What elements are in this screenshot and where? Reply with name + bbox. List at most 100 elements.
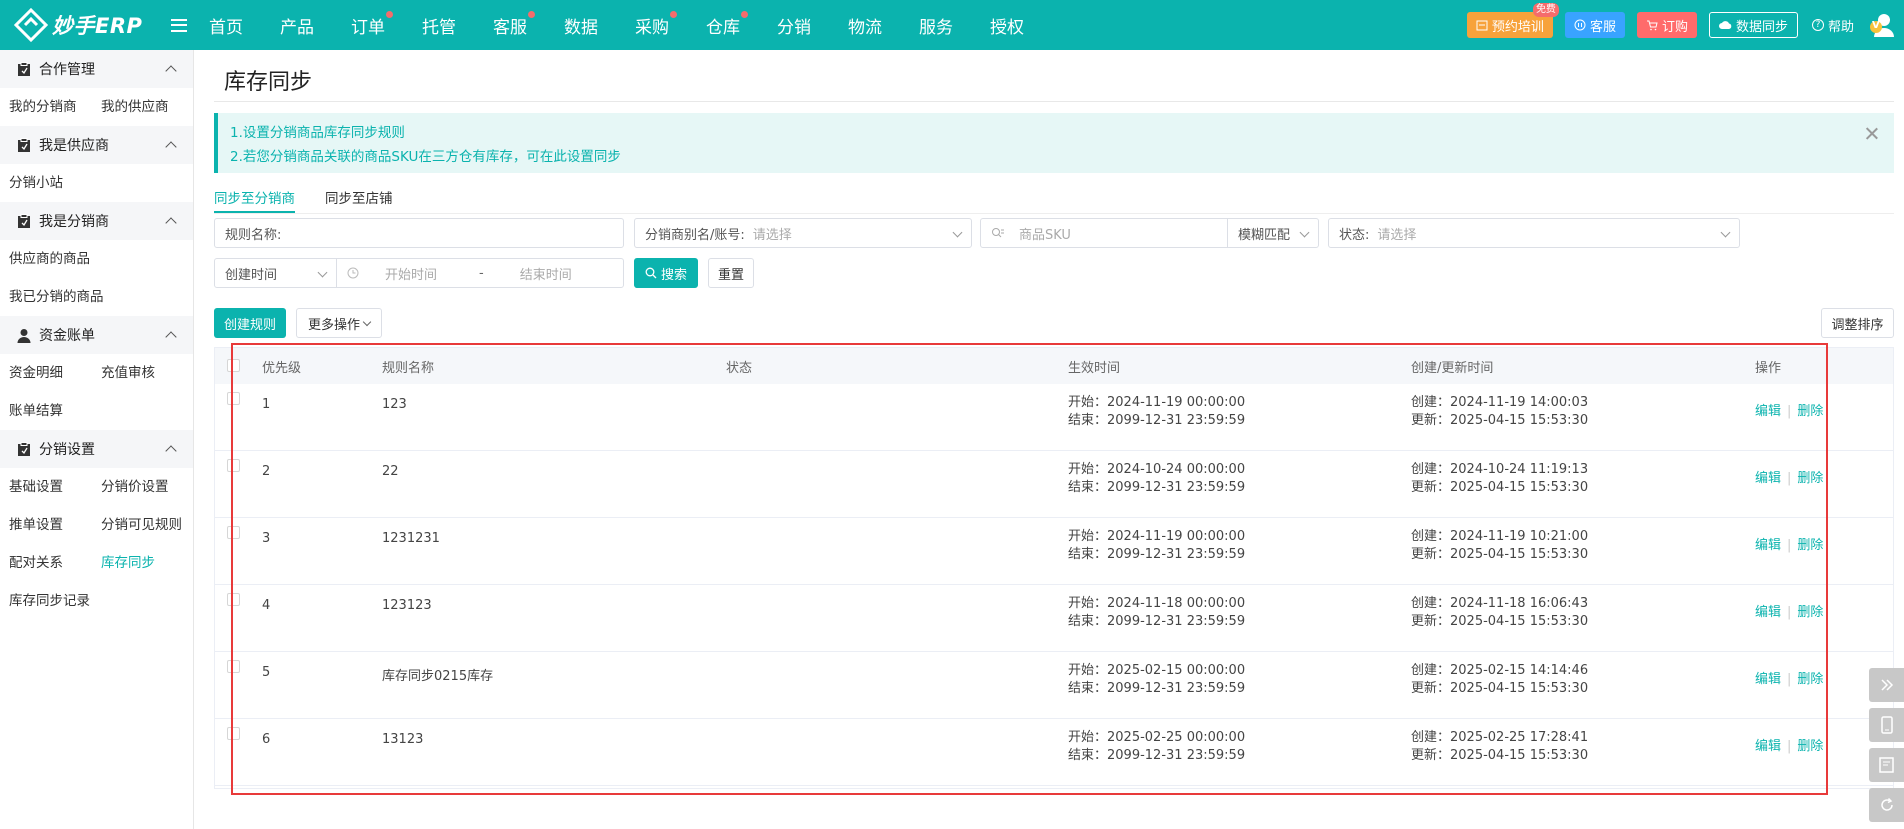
nav-orders[interactable]: 订单 <box>351 10 393 38</box>
calendar-icon <box>1476 20 1488 31</box>
nav-customer-service[interactable]: 客服 <box>493 10 535 38</box>
edit-note-icon <box>1878 757 1894 773</box>
chevron-down-icon <box>1299 227 1310 238</box>
sidebar-item-bill-settlement[interactable]: 账单结算 <box>9 392 101 430</box>
nav-warehouse[interactable]: 仓库 <box>706 10 748 38</box>
sidebar-item-my-distributed-products[interactable]: 我已分销的商品 <box>9 278 189 316</box>
refresh-icon <box>1880 798 1893 811</box>
mobile-button[interactable] <box>1869 708 1904 742</box>
sidebar-group-funds[interactable]: 资金账单 <box>0 316 193 354</box>
logo[interactable]: 妙手ERP <box>0 8 165 42</box>
sidebar-group-distributor[interactable]: 我是分销商 <box>0 202 193 240</box>
column-header: 优先级 <box>262 360 302 376</box>
delete-link[interactable]: 删除 <box>1797 672 1823 687</box>
sidebar-item-my-distributors[interactable]: 我的分销商 <box>9 88 101 126</box>
menu-toggle-icon[interactable] <box>171 18 187 32</box>
delete-link[interactable]: 删除 <box>1797 605 1823 620</box>
tab-sync-to-distributor[interactable]: 同步至分销商 <box>214 187 295 213</box>
sidebar-group-supplier[interactable]: 我是供应商 <box>0 126 193 164</box>
end-date-input[interactable]: 结束时间 <box>520 264 572 283</box>
sidebar-item-price-settings[interactable]: 分销价设置 <box>101 468 193 506</box>
feedback-button[interactable] <box>1869 748 1904 782</box>
sidebar-item-pairing[interactable]: 配对关系 <box>9 544 101 582</box>
edit-link[interactable]: 编辑 <box>1755 471 1781 486</box>
help-link[interactable]: ? 帮助 <box>1811 16 1854 35</box>
table-body: 1 123 开始：2024-11-19 00:00:00 结束：2099-12-31 … <box>215 384 1893 786</box>
clock-icon <box>347 267 359 279</box>
sidebar-item-distribution-station[interactable]: 分销小站 <box>9 164 101 202</box>
nav-logistics[interactable]: 物流 <box>848 13 882 38</box>
subscribe-button[interactable]: 订购 <box>1636 12 1697 38</box>
edit-link[interactable]: 编辑 <box>1755 538 1781 553</box>
reset-button[interactable]: 重置 <box>708 258 754 288</box>
delete-link[interactable]: 删除 <box>1797 739 1823 754</box>
edit-link[interactable]: 编辑 <box>1755 404 1781 419</box>
avatar[interactable]: V <box>1868 12 1894 38</box>
nav-distribution[interactable]: 分销 <box>777 13 811 38</box>
table-row: 2 22 开始：2024-10-24 00:00:00 结束：2099-12-31 2… <box>215 451 1893 518</box>
nav-products[interactable]: 产品 <box>280 13 314 38</box>
sidebar-item-supplier-products[interactable]: 供应商的商品 <box>9 240 189 278</box>
sidebar-item-inventory-sync[interactable]: 库存同步 <box>101 544 193 582</box>
main-content: 库存同步 1.设置分销商品库存同步规则 2.若您分销商品关联的商品SKU在三方仓… <box>214 50 1894 829</box>
nav-authorization[interactable]: 授权 <box>990 13 1024 38</box>
column-header: 生效时间 <box>1068 360 1121 376</box>
rule-name-input[interactable]: 规则名称: <box>214 218 624 248</box>
collapse-button[interactable] <box>1869 668 1904 702</box>
edit-link[interactable]: 编辑 <box>1755 672 1781 687</box>
distributor-select[interactable]: 分销商别名/账号: 请选择 <box>634 218 972 248</box>
delete-link[interactable]: 删除 <box>1797 471 1823 486</box>
nav-purchase[interactable]: 采购 <box>635 10 677 38</box>
sidebar-item-visibility-rules[interactable]: 分销可见规则 <box>101 506 193 544</box>
adjust-sort-button[interactable]: 调整排序 <box>1821 308 1894 338</box>
sidebar-item-my-suppliers[interactable]: 我的供应商 <box>101 88 193 126</box>
rule-name-cell: 库存同步0215库存 <box>382 669 494 684</box>
main-nav: 首页 产品 订单 托管 客服 数据 采购 仓库 分销 物流 服务 授权 <box>209 0 1061 50</box>
match-mode-select[interactable]: 模糊匹配 <box>1227 218 1319 248</box>
sku-input[interactable]: 商品SKU <box>980 218 1228 248</box>
start-date-input[interactable]: 开始时间 <box>385 264 437 283</box>
search-button[interactable]: 搜索 <box>634 258 698 288</box>
notice-line: 2.若您分销商品关联的商品SKU在三方仓有库存，可在此设置同步 <box>230 149 621 165</box>
row-checkbox[interactable] <box>227 593 240 606</box>
book-training-button[interactable]: 预约培训 免费 <box>1466 3 1559 38</box>
row-checkbox[interactable] <box>227 660 240 673</box>
row-checkbox[interactable] <box>227 727 240 740</box>
sidebar-item-recharge-review[interactable]: 充值审核 <box>101 354 193 392</box>
nav-hosting[interactable]: 托管 <box>422 13 456 38</box>
actions-cell: 编辑 | 删除 <box>1755 735 1823 754</box>
created-updated-cell: 创建：2025-02-25 17:28:41 更新：2025-04-15 15:5… <box>1411 730 1589 763</box>
sidebar-item-inventory-sync-log[interactable]: 库存同步记录 <box>9 582 189 620</box>
row-checkbox[interactable] <box>227 459 240 472</box>
create-rule-button[interactable]: 创建规则 <box>214 308 286 338</box>
select-all-checkbox[interactable] <box>227 359 240 372</box>
sidebar-group-distribution-settings[interactable]: 分销设置 <box>0 430 193 468</box>
delete-link[interactable]: 删除 <box>1797 538 1823 553</box>
delete-link[interactable]: 删除 <box>1797 404 1823 419</box>
status-select[interactable]: 状态: 请选择 <box>1328 218 1740 248</box>
customer-service-button[interactable]: 客服 <box>1564 12 1625 38</box>
nav-data[interactable]: 数据 <box>564 13 598 38</box>
data-sync-button[interactable]: 数据同步 <box>1708 12 1798 38</box>
nav-services[interactable]: 服务 <box>919 13 953 38</box>
edit-link[interactable]: 编辑 <box>1755 605 1781 620</box>
nav-home[interactable]: 首页 <box>209 13 243 38</box>
refresh-button[interactable] <box>1869 788 1904 822</box>
top-navbar: 妙手ERP 首页 产品 订单 托管 客服 数据 采购 仓库 分销 物流 服务 授… <box>0 0 1904 50</box>
close-icon[interactable] <box>1866 127 1878 139</box>
question-icon: ? <box>1811 19 1824 31</box>
tab-sync-to-store[interactable]: 同步至店铺 <box>325 187 393 213</box>
cloud-icon <box>1718 21 1732 29</box>
time-type-select[interactable]: 创建时间 <box>214 258 337 288</box>
effective-time-cell: 开始：2024-11-19 00:00:00 结束：2099-12-31 23:5… <box>1068 529 1246 562</box>
sidebar-group-cooperation[interactable]: 合作管理 <box>0 50 193 88</box>
search-list-icon <box>992 228 1004 238</box>
row-checkbox[interactable] <box>227 526 240 539</box>
date-range-picker[interactable]: 开始时间 - 结束时间 <box>336 258 624 288</box>
more-actions-button[interactable]: 更多操作 <box>296 308 382 338</box>
sidebar-item-push-settings[interactable]: 推单设置 <box>9 506 101 544</box>
row-checkbox[interactable] <box>227 392 240 405</box>
sidebar-item-fund-details[interactable]: 资金明细 <box>9 354 101 392</box>
edit-link[interactable]: 编辑 <box>1755 739 1781 754</box>
sidebar-item-basic-settings[interactable]: 基础设置 <box>9 468 101 506</box>
